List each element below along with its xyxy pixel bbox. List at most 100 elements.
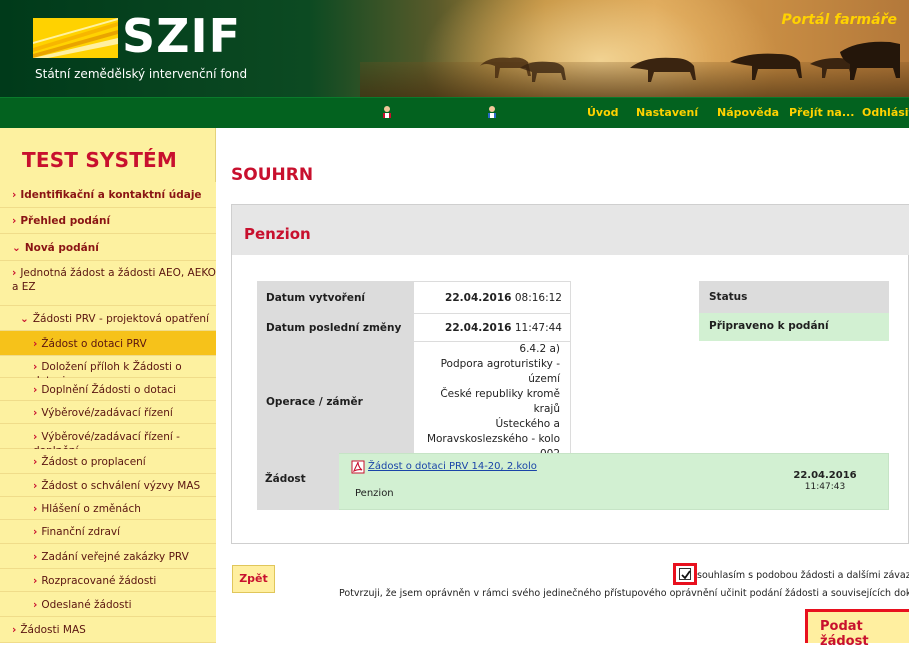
- header-banner: SZIF Státní zemědělský intervenční fond …: [0, 0, 909, 97]
- page-title: SOUHRN: [231, 165, 314, 185]
- sidebar: TEST SYSTÉM › Identifikační a kontaktní ú…: [0, 128, 216, 643]
- sidebar-item-label: Žádost o schválení výzvy MAS: [41, 480, 201, 492]
- user-icon[interactable]: [485, 105, 499, 119]
- sidebar-item-label: Žádost o proplacení: [41, 456, 146, 468]
- chevron-right-icon: ›: [33, 407, 38, 419]
- changed-date: 22.04.2016: [445, 321, 512, 334]
- request-subtitle: Penzion: [355, 488, 394, 499]
- logo-subtitle: Státní zemědělský intervenční fond: [35, 67, 248, 81]
- sidebar-item-odeslane-zadosti[interactable]: › Odeslané žádosti: [0, 592, 216, 617]
- card-title: Penzion: [244, 225, 311, 243]
- operation-line: Ústeckého a: [495, 418, 560, 430]
- chevron-down-icon: ⌄: [12, 242, 21, 254]
- sidebar-item-label: Žádosti PRV - projektová opatření: [32, 313, 209, 325]
- sidebar-item-label: Zadání veřejné zakázky PRV: [41, 551, 189, 563]
- chevron-down-icon: ⌄: [20, 313, 29, 325]
- logo-text: SZIF: [122, 9, 242, 63]
- sidebar-item-zadosti-mas[interactable]: › Žádosti MAS: [0, 617, 216, 643]
- sidebar-item-vyberove-zadavaci-rizeni-doplneni[interactable]: ›Výběrové/zadávací řízení - doplnění: [0, 424, 216, 457]
- sidebar-item-label: Doplnění Žádosti o dotaci: [41, 384, 177, 396]
- operation-value: 6.4.2 a) Podpora agroturistiky - území Č…: [413, 341, 571, 463]
- request-pdf-link[interactable]: Žádost o dotaci PRV 14-20, 2.kolo: [368, 461, 537, 472]
- operation-line: 6.4.2 a): [519, 343, 560, 355]
- chevron-right-icon: ›: [12, 624, 17, 636]
- pdf-icon[interactable]: [351, 460, 365, 474]
- changed-time: 11:47:44: [514, 321, 562, 334]
- chevron-right-icon: ›: [33, 456, 38, 468]
- sidebar-item-zadost-o-dotaci-prv[interactable]: › Žádost o dotaci PRV: [0, 331, 216, 356]
- szif-logo-icon: [33, 18, 118, 58]
- sidebar-title: TEST SYSTÉM: [22, 148, 178, 172]
- sidebar-item-zadost-o-schvaleni-vyzvy-mas[interactable]: › Žádost o schválení výzvy MAS: [0, 474, 216, 497]
- back-button[interactable]: Zpět: [232, 565, 275, 593]
- chevron-right-icon: ›: [33, 526, 38, 538]
- chevron-right-icon: ›: [33, 431, 38, 443]
- chevron-right-icon: ›: [33, 480, 38, 492]
- nav-prejit-na[interactable]: Přejít na...: [789, 106, 854, 119]
- cattle-silhouettes-icon: [480, 41, 900, 82]
- request-date: 22.04.2016: [793, 470, 857, 481]
- confirm-text: Potvrzuji, že jsem oprávněn v rámci svéh…: [339, 588, 909, 599]
- sidebar-item-label: Identifikační a kontaktní údaje: [20, 189, 202, 201]
- operation-line: Podpora agroturistiky - území: [440, 358, 560, 385]
- chevron-right-icon: ›: [33, 384, 38, 396]
- nav-uvod[interactable]: Úvod: [587, 106, 619, 119]
- sidebar-item-label: Přehled podání: [20, 215, 111, 227]
- sidebar-item-jednotna-zadost-a-zadosti-aeo-aeko-a-ez[interactable]: › Jednotná žádost a žádosti AEO, AEKO a E…: [0, 261, 216, 306]
- sidebar-item-label: Odeslané žádosti: [41, 599, 132, 611]
- chevron-right-icon: ›: [33, 361, 38, 373]
- checkmark-icon: [681, 570, 691, 580]
- sidebar-item-hlaseni-o-zmenach[interactable]: › Hlášení o změnách: [0, 497, 216, 520]
- sidebar-item-label: Jednotná žádost a žádosti AEO, AEKO a EZ: [12, 267, 216, 293]
- nav-odhlasit[interactable]: Odhlásit: [862, 106, 909, 119]
- sidebar-item-identifikacni-a-kontaktni-udaje[interactable]: › Identifikační a kontaktní údaje: [0, 182, 216, 208]
- sidebar-item-financni-zdravi[interactable]: › Finanční zdraví: [0, 520, 216, 544]
- sidebar-item-zadosti-prv-projektova-opatreni[interactable]: ⌄ Žádosti PRV - projektová opatření: [0, 306, 216, 331]
- sidebar-item-doplneni-zadosti-o-dotaci[interactable]: › Doplnění Žádosti o dotaci: [0, 378, 216, 401]
- operation-line: České republiky kromě krajů: [440, 388, 560, 415]
- sidebar-item-label: Rozpracované žádosti: [41, 575, 157, 587]
- submit-button[interactable]: Podat žádost: [805, 609, 909, 649]
- status-label: Status: [699, 281, 889, 313]
- sidebar-item-nova-podani[interactable]: ⌄ Nová podání: [0, 234, 216, 261]
- card-header: Penzion: [232, 205, 909, 255]
- info-table: Datum vytvoření 22.04.2016 08:16:12 Datu…: [257, 281, 571, 463]
- chevron-right-icon: ›: [12, 215, 17, 227]
- request-time: 11:47:43: [804, 482, 846, 492]
- agree-checkbox[interactable]: [679, 568, 691, 580]
- portal-title: Portál farmáře: [781, 12, 897, 28]
- chevron-right-icon: ›: [33, 503, 38, 515]
- sidebar-item-label: Hlášení o změnách: [41, 503, 141, 515]
- operation-label: Operace / záměr: [257, 341, 414, 463]
- chevron-right-icon: ›: [33, 551, 38, 563]
- changed-value: 22.04.2016 11:47:44: [413, 313, 571, 342]
- agree-text: souhlasím s podobou žádosti a dalšími zá…: [697, 570, 909, 581]
- sidebar-item-label: Finanční zdraví: [41, 526, 121, 538]
- request-label: Žádost: [257, 453, 339, 510]
- sidebar-item-label: Výběrové/zadávací řízení: [41, 407, 173, 419]
- chevron-right-icon: ›: [33, 338, 38, 350]
- created-time: 08:16:12: [514, 291, 562, 304]
- chevron-right-icon: ›: [12, 267, 17, 279]
- chevron-right-icon: ›: [12, 189, 17, 201]
- sidebar-item-zadost-o-proplaceni[interactable]: › Žádost o proplacení: [0, 449, 216, 474]
- sidebar-item-vyberove-zadavaci-rizeni[interactable]: › Výběrové/zadávací řízení: [0, 401, 216, 424]
- changed-label: Datum poslední změny: [257, 313, 414, 342]
- sidebar-item-dolozeni-priloh-k-zadosti-o-dotaci[interactable]: ›Doložení příloh k Žádosti o dotaci: [0, 356, 216, 387]
- nav-napoveda[interactable]: Nápověda: [717, 106, 779, 119]
- agree-checkbox-highlight: [673, 563, 697, 585]
- top-navigation: Úvod Nastavení Nápověda Přejít na... Odh…: [0, 97, 909, 128]
- sidebar-item-prehled-podani[interactable]: › Přehled podání: [0, 208, 216, 234]
- sidebar-item-label: Žádost o dotaci PRV: [41, 338, 147, 350]
- created-label: Datum vytvoření: [257, 281, 414, 314]
- status-value: Připraveno k podání: [699, 313, 889, 341]
- sidebar-item-label: Nová podání: [24, 242, 99, 254]
- chevron-right-icon: ›: [33, 575, 38, 587]
- created-value: 22.04.2016 08:16:12: [413, 281, 571, 314]
- sidebar-item-rozpracovane-zadosti[interactable]: › Rozpracované žádosti: [0, 569, 216, 592]
- user-icon[interactable]: [380, 105, 394, 119]
- sidebar-item-zadani-verejne-zakazky-prv[interactable]: › Zadání veřejné zakázky PRV: [0, 544, 216, 569]
- created-date: 22.04.2016: [445, 291, 512, 304]
- nav-nastaveni[interactable]: Nastavení: [636, 106, 698, 119]
- chevron-right-icon: ›: [33, 599, 38, 611]
